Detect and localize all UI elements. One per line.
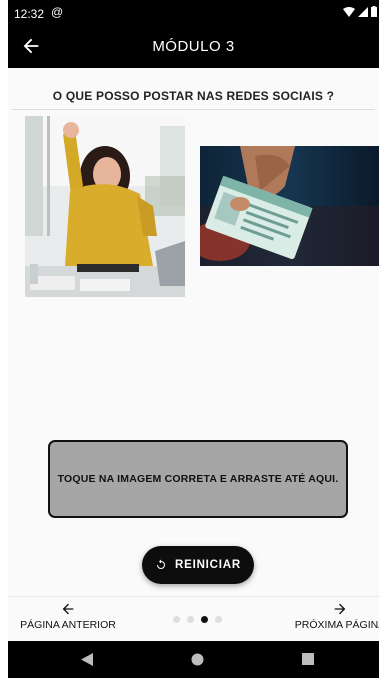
app-screen: 12:32 @ MÓDULO 3 O QUE POSSO POSTAR NAS … — [8, 0, 379, 678]
restart-icon — [157, 559, 165, 569]
divider — [12, 109, 375, 110]
image-option-id-card[interactable] — [200, 146, 379, 266]
next-page-label: PRÓXIMA PÁGINA — [294, 619, 379, 631]
status-bar: 12:32 @ — [8, 0, 379, 26]
system-recents-icon[interactable] — [302, 653, 314, 665]
signal-icon — [358, 6, 368, 17]
page-dot — [215, 616, 222, 623]
next-page-button[interactable]: PRÓXIMA PÁGINA — [290, 601, 379, 631]
restart-label: REINICIAR — [175, 559, 241, 571]
image-option-celebrating-woman[interactable] — [25, 116, 185, 297]
page-indicator — [173, 616, 222, 623]
bottom-navigation: PÁGINA ANTERIOR PRÓXIMA PÁGINA — [8, 596, 379, 642]
arrow-left-icon — [62, 603, 74, 615]
restart-button[interactable]: REINICIAR — [142, 546, 254, 584]
question-heading: O QUE POSSO POSTAR NAS REDES SOCIAIS ? — [52, 89, 335, 103]
drop-zone-text: TOQUE NA IMAGEM CORRETA E ARRASTE ATÉ AQ… — [57, 473, 339, 485]
page-title: MÓDULO 3 — [152, 38, 235, 55]
system-back-icon[interactable] — [81, 653, 93, 666]
page-dot-active — [201, 616, 208, 623]
status-time: 12:32 — [14, 7, 45, 21]
previous-page-button[interactable]: PÁGINA ANTERIOR — [20, 601, 116, 631]
page-dot — [187, 616, 194, 623]
arrow-right-icon — [334, 603, 346, 615]
page-dot — [173, 616, 180, 623]
app-bar: MÓDULO 3 — [8, 26, 379, 68]
id-card-photo — [200, 146, 379, 266]
previous-page-label: PÁGINA ANTERIOR — [20, 619, 116, 631]
notification-icon: @ — [51, 5, 64, 19]
celebrating-woman-photo — [25, 116, 185, 297]
battery-icon — [371, 6, 377, 17]
system-navigation-bar — [8, 641, 379, 678]
wifi-icon — [343, 6, 355, 17]
drop-zone[interactable]: TOQUE NA IMAGEM CORRETA E ARRASTE ATÉ AQ… — [48, 440, 348, 518]
status-icons — [343, 6, 377, 17]
system-home-icon[interactable] — [191, 653, 204, 666]
